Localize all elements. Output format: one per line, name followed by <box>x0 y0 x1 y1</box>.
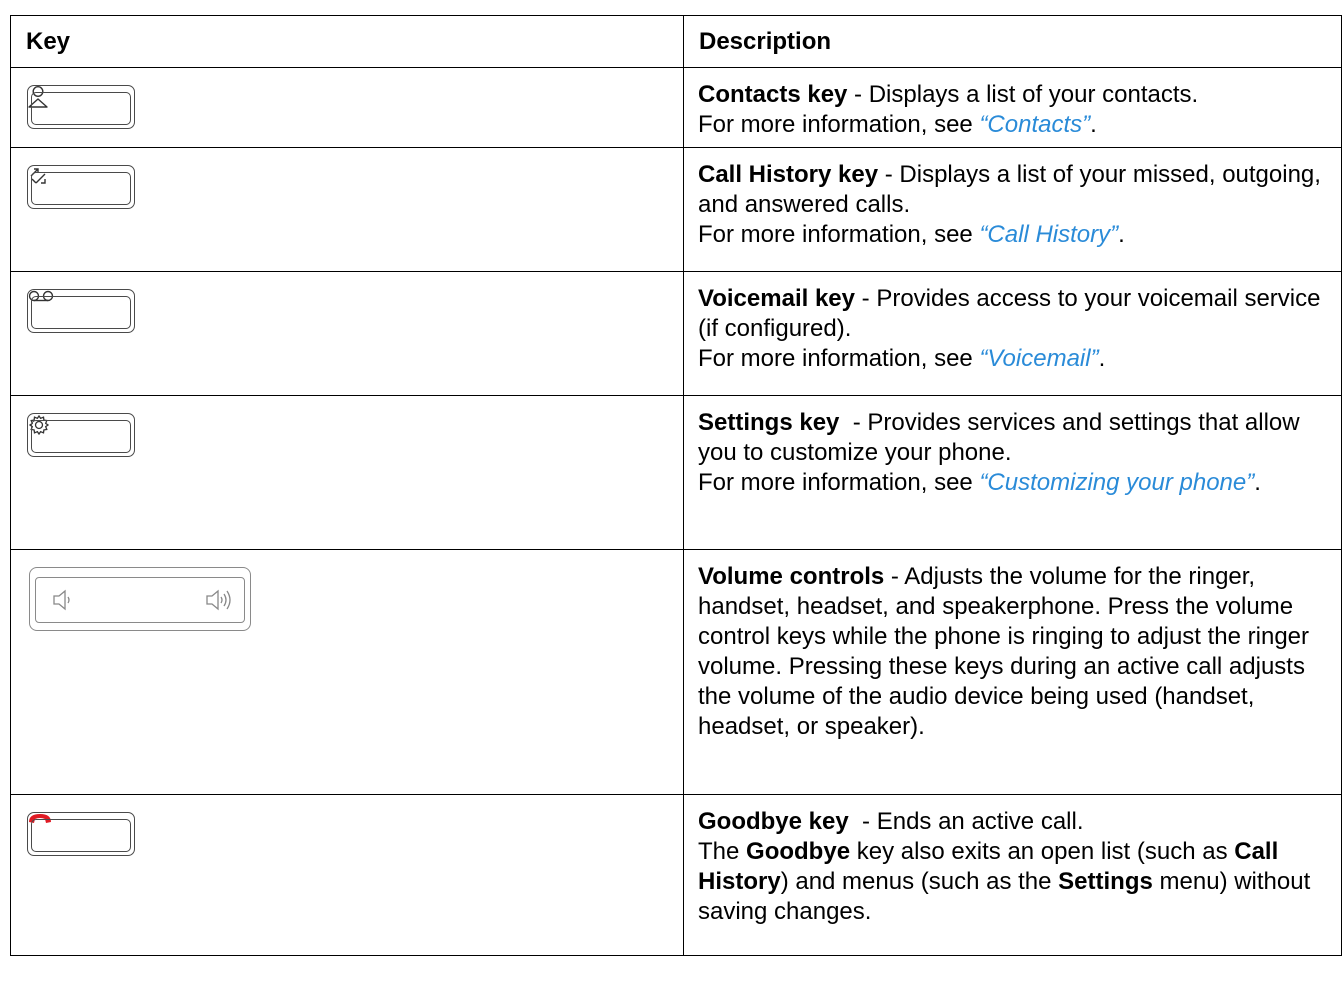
goodbye-key[interactable] <box>27 812 135 856</box>
table-row: Voicemail key - Provides access to your … <box>10 271 1342 396</box>
table-row: Call History key - Displays a list of yo… <box>10 147 1342 272</box>
header-row: Key Description <box>10 15 1342 68</box>
key-title: Settings key <box>698 409 840 436</box>
goodbye-text-part: ) and menus (such as the <box>780 868 1059 895</box>
volume-down-icon[interactable] <box>51 587 77 613</box>
description-column-header: Description <box>683 15 1342 68</box>
table-row: Contacts key - Displays a list of your c… <box>10 67 1342 148</box>
key-cell <box>10 147 684 272</box>
contacts-key[interactable] <box>27 85 135 129</box>
keys-table: Key Description Contacts key - Displays … <box>10 15 1342 956</box>
call-history-key[interactable] <box>27 165 135 209</box>
key-column-header: Key <box>10 15 684 68</box>
key-title: Goodbye key <box>698 808 849 835</box>
table-row: Goodbye key - Ends an active call. The G… <box>10 794 1342 956</box>
key-description: - Ends an active call. <box>848 808 1084 835</box>
key-title: Call History key <box>698 161 879 188</box>
description-cell: Goodbye key - Ends an active call. The G… <box>683 794 1342 956</box>
key-cell <box>10 794 684 956</box>
description-cell: Volume controls - Adjusts the volume for… <box>683 549 1342 795</box>
volume-up-icon[interactable] <box>204 587 238 613</box>
description-cell: Settings key - Provides services and set… <box>683 395 1342 550</box>
goodbye-text-part: key also exits an open list (such as <box>850 838 1235 865</box>
contacts-link[interactable]: “Contacts” <box>979 111 1090 138</box>
more-info-prefix: For more information, see <box>698 469 980 496</box>
table-row: Volume controls - Adjusts the volume for… <box>10 549 1342 795</box>
description-cell: Call History key - Displays a list of yo… <box>683 147 1342 272</box>
key-cell <box>10 549 684 795</box>
goodbye-text-part: The <box>698 838 747 865</box>
key-description: - Displays a list of your contacts. <box>847 81 1199 108</box>
more-info-prefix: For more information, see <box>698 345 980 372</box>
key-title: Voicemail key <box>698 285 855 312</box>
voicemail-link[interactable]: “Voicemail” <box>979 345 1098 372</box>
more-info-prefix: For more information, see <box>698 221 980 248</box>
description-cell: Contacts key - Displays a list of your c… <box>683 67 1342 148</box>
key-cell <box>10 67 684 148</box>
settings-key[interactable] <box>27 413 135 457</box>
settings-term: Settings <box>1058 868 1153 895</box>
customizing-link[interactable]: “Customizing your phone” <box>979 469 1254 496</box>
more-info-prefix: For more information, see <box>698 111 980 138</box>
description-cell: Voicemail key - Provides access to your … <box>683 271 1342 396</box>
key-cell <box>10 395 684 550</box>
volume-controls[interactable] <box>29 567 251 631</box>
table-row: Settings key - Provides services and set… <box>10 395 1342 550</box>
goodbye-term: Goodbye <box>746 838 851 865</box>
key-title: Contacts key <box>698 81 848 108</box>
voicemail-key[interactable] <box>27 289 135 333</box>
key-cell <box>10 271 684 396</box>
call-history-link[interactable]: “Call History” <box>979 221 1118 248</box>
key-title: Volume controls <box>698 563 885 590</box>
